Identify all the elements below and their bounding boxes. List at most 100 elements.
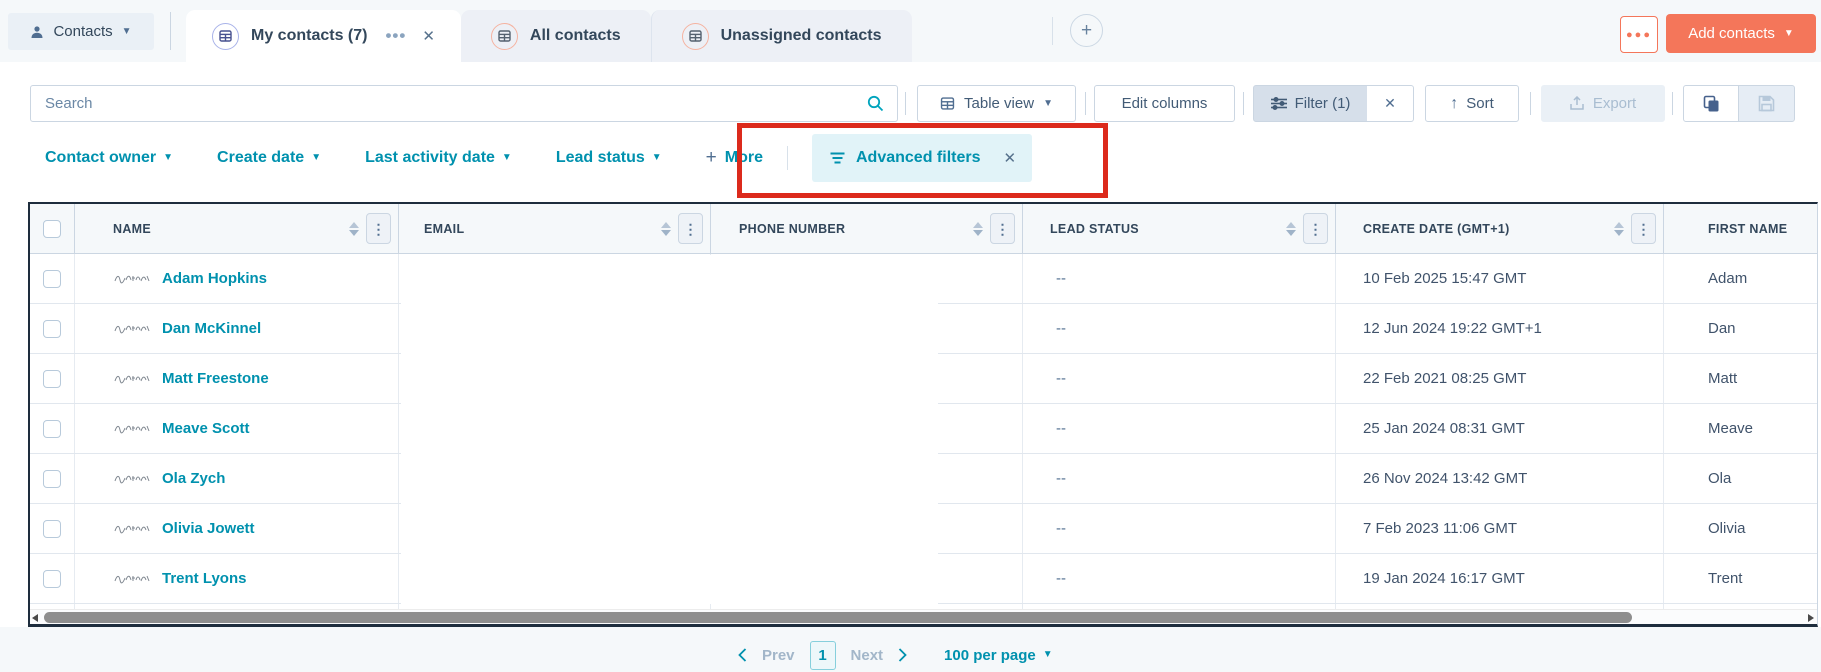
chevron-right-icon[interactable]: [898, 648, 907, 662]
edit-columns-button[interactable]: Edit columns: [1094, 85, 1235, 122]
column-header-label: NAME: [113, 221, 152, 236]
row-checkbox[interactable]: [43, 569, 61, 588]
more-filters-button[interactable]: + More: [706, 147, 763, 169]
person-icon: [30, 25, 44, 39]
row-checkbox-cell: [30, 454, 75, 503]
tab-options-icon[interactable]: •••: [385, 26, 406, 46]
contact-name-link[interactable]: Dan McKinnel: [162, 320, 261, 337]
column-menu-button[interactable]: ⋮: [990, 213, 1015, 244]
quick-filter-dropdown[interactable]: Last activity date ▼: [365, 149, 512, 167]
quick-filter-dropdown[interactable]: Lead status ▼: [556, 149, 662, 167]
view-tab[interactable]: Unassigned contacts •••✕: [650, 10, 912, 62]
filter-lines-icon: [830, 152, 845, 164]
create-date-cell: 25 Jan 2024 08:31 GMT: [1336, 404, 1664, 453]
row-checkbox[interactable]: [43, 469, 61, 488]
table-view-dropdown[interactable]: Table view ▼: [917, 85, 1076, 122]
sort-label: Sort: [1466, 95, 1494, 112]
scroll-left-arrow-icon[interactable]: [32, 614, 38, 622]
chevron-left-icon[interactable]: [738, 648, 747, 662]
name-cell: Adam Hopkins: [75, 254, 399, 303]
lead-status-cell: --: [1023, 454, 1336, 503]
column-header-controls: ⋮: [349, 213, 391, 244]
add-contacts-button[interactable]: Add contacts ▼: [1666, 14, 1816, 53]
contact-name-link[interactable]: Adam Hopkins: [162, 270, 267, 287]
add-view-button[interactable]: +: [1070, 14, 1103, 47]
prev-page-label[interactable]: Prev: [762, 647, 795, 664]
remove-advanced-filters-icon[interactable]: ✕: [1003, 149, 1016, 167]
contact-name-link[interactable]: Ola Zych: [162, 470, 225, 487]
current-page-indicator[interactable]: 1: [809, 640, 836, 670]
sort-icon[interactable]: [1286, 221, 1296, 236]
first-name-cell: Trent: [1708, 570, 1743, 587]
lead-status-cell: --: [1023, 404, 1336, 453]
quick-filter-dropdown[interactable]: Contact owner ▼: [45, 149, 173, 167]
caret-down-icon: ▼: [501, 152, 512, 163]
close-icon: ✕: [1384, 95, 1396, 111]
column-header[interactable]: PHONE NUMBER ⋮: [711, 204, 1023, 253]
view-tab[interactable]: All contacts •••✕: [460, 10, 651, 62]
select-all-checkbox[interactable]: [43, 219, 61, 238]
more-options-button[interactable]: ●●●: [1620, 16, 1658, 53]
row-checkbox[interactable]: [43, 419, 61, 438]
redacted-region: [401, 255, 938, 604]
contact-name-link[interactable]: Meave Scott: [162, 420, 250, 437]
create-date-cell: 7 Feb 2023 11:06 GMT: [1336, 504, 1664, 553]
column-header[interactable]: LEAD STATUS ⋮: [1023, 204, 1336, 253]
contacts-table: NAME ⋮ EMAIL ⋮ PHONE NUMBER ⋮ LEAD STATU…: [28, 202, 1818, 627]
column-menu-button[interactable]: ⋮: [1631, 213, 1656, 244]
first-name-cell: Ola: [1708, 470, 1732, 487]
quick-filter-dropdown[interactable]: Create date ▼: [217, 149, 321, 167]
column-header[interactable]: FIRST NAME ⋮: [1664, 204, 1817, 253]
row-checkbox[interactable]: [43, 519, 61, 538]
column-menu-button[interactable]: ⋮: [678, 213, 703, 244]
contacts-menu-button[interactable]: Contacts ▼: [8, 13, 154, 50]
row-checkbox[interactable]: [43, 369, 61, 388]
caret-down-icon: ▼: [1043, 97, 1053, 109]
pagination: Prev 1 Next 100 per page ▼: [738, 640, 1053, 670]
per-page-dropdown[interactable]: 100 per page ▼: [944, 647, 1053, 664]
sort-icon[interactable]: [1614, 221, 1624, 236]
tab-label: All contacts: [529, 27, 621, 44]
add-contacts-label: Add contacts: [1688, 25, 1775, 42]
filter-button[interactable]: Filter (1): [1253, 85, 1368, 122]
search-input[interactable]: [31, 95, 867, 112]
top-bar: Contacts ▼ My contacts (7) ••• ✕ All cont…: [0, 0, 1821, 62]
row-checkbox[interactable]: [43, 319, 61, 338]
column-header[interactable]: NAME ⋮: [75, 204, 399, 253]
caret-down-icon: ▼: [311, 152, 322, 163]
clone-view-button[interactable]: [1683, 85, 1739, 122]
scroll-right-arrow-icon[interactable]: [1808, 614, 1814, 622]
scrollbar-thumb[interactable]: [44, 612, 1632, 623]
clear-filter-button[interactable]: ✕: [1367, 85, 1414, 122]
quick-filter-label: Create date: [217, 149, 305, 166]
contact-avatar: [113, 472, 151, 485]
first-name-cell: Matt: [1708, 370, 1738, 387]
column-header[interactable]: CREATE DATE (GMT+1) ⋮: [1336, 204, 1664, 253]
column-menu-button[interactable]: ⋮: [366, 213, 391, 244]
column-header[interactable]: EMAIL ⋮: [399, 204, 711, 253]
row-checkbox[interactable]: [43, 269, 61, 288]
quick-filter-label: Lead status: [555, 149, 645, 166]
save-view-button[interactable]: [1738, 85, 1795, 122]
contact-name-link[interactable]: Matt Freestone: [162, 370, 269, 387]
column-header-controls: ⋮: [1286, 213, 1328, 244]
column-menu-button[interactable]: ⋮: [1303, 213, 1328, 244]
contact-name-link[interactable]: Trent Lyons: [162, 570, 246, 587]
export-button[interactable]: Export: [1541, 85, 1665, 122]
sort-button[interactable]: ↑ Sort: [1425, 85, 1519, 122]
tab-close-icon[interactable]: ✕: [422, 27, 435, 45]
column-header-label: CREATE DATE (GMT+1): [1363, 221, 1510, 236]
contact-name-link[interactable]: Olivia Jowett: [162, 520, 255, 537]
view-tab[interactable]: My contacts (7) ••• ✕: [186, 10, 461, 62]
search-icon[interactable]: [867, 95, 884, 112]
tab-label: Unassigned contacts: [720, 27, 882, 44]
advanced-filters-chip[interactable]: Advanced filters ✕: [812, 134, 1033, 182]
next-page-label[interactable]: Next: [851, 647, 884, 664]
horizontal-scrollbar[interactable]: [30, 609, 1817, 624]
column-header-controls: ⋮: [661, 213, 703, 244]
sort-icon[interactable]: [661, 221, 671, 236]
sort-icon[interactable]: [973, 221, 983, 236]
divider: [1530, 92, 1531, 115]
sort-icon[interactable]: [349, 221, 359, 236]
tab-label: My contacts (7): [251, 27, 368, 44]
